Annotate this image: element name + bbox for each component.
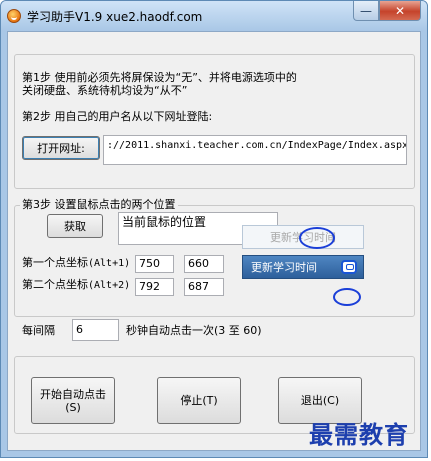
start-auto-click-button[interactable]: 开始自动点击 (S) (31, 377, 115, 424)
minimize-icon: — (360, 3, 372, 18)
window-title: 学习助手V1.9 xue2.haodf.com (27, 10, 203, 24)
interval-suffix: 秒钟自动点击一次(3 至 60) (126, 324, 262, 337)
app-window: 学习助手V1.9 xue2.haodf.com — ✕ 第1步 使用前必须先将屏… (0, 0, 428, 458)
close-button[interactable]: ✕ (379, 1, 421, 21)
step1-line2: 关闭硬盘、系统待机均设为“从不” (22, 84, 188, 97)
annotation-circle-bottom (333, 288, 361, 306)
interval-prefix: 每间隔 (22, 324, 55, 337)
start-label-line1: 开始自动点击 (40, 387, 106, 401)
step2-label: 第2步 用自己的用户名从以下网址登陆: (22, 110, 213, 123)
minimize-button[interactable]: — (353, 1, 379, 21)
point1-label: 第一个点坐标(Alt+1) (22, 256, 130, 271)
start-label-line2: (S) (65, 400, 81, 414)
point2-hotkey: (Alt+2) (88, 280, 131, 291)
step1-line1: 第1步 使用前必须先将屏保设为“无”、并将电源选项中的 (22, 71, 297, 84)
open-url-button[interactable]: 打开网址: (22, 136, 100, 160)
point1-label-text: 第一个点坐标 (22, 256, 88, 269)
title-bar[interactable]: 学习助手V1.9 xue2.haodf.com — ✕ (1, 1, 427, 31)
point1-y-input[interactable]: 660 (184, 255, 224, 273)
watermark: 最需教育 (309, 420, 409, 449)
point2-y-input[interactable]: 687 (184, 278, 224, 296)
exit-label: 退出(C) (300, 394, 340, 407)
caption-buttons: — ✕ (353, 1, 421, 21)
annotation-circle-top (299, 227, 335, 249)
update-study-time-button[interactable]: 更新学习时间 (242, 255, 364, 279)
step3-group-title: 第3步 设置鼠标点击的两个位置 (20, 198, 178, 212)
get-position-label: 获取 (64, 219, 86, 233)
point2-label: 第二个点坐标(Alt+2) (22, 278, 130, 293)
close-icon: ✕ (394, 3, 406, 18)
point1-hotkey: (Alt+1) (88, 258, 131, 269)
stop-button[interactable]: 停止(T) (157, 377, 241, 424)
open-url-label: 打开网址: (37, 141, 85, 155)
app-logo-icon (7, 9, 21, 23)
point2-x-input[interactable]: 792 (135, 278, 174, 296)
point1-x-input[interactable]: 750 (135, 255, 174, 273)
stop-label: 停止(T) (180, 394, 218, 407)
interval-input[interactable]: 6 (72, 319, 119, 341)
point2-label-text: 第二个点坐标 (22, 278, 88, 291)
update-active-label: 更新学习时间 (251, 261, 317, 274)
url-field[interactable]: ://2011.shanxi.teacher.com.cn/IndexPage/… (103, 135, 407, 165)
refresh-window-icon (341, 260, 357, 274)
get-position-button[interactable]: 获取 (47, 214, 103, 238)
